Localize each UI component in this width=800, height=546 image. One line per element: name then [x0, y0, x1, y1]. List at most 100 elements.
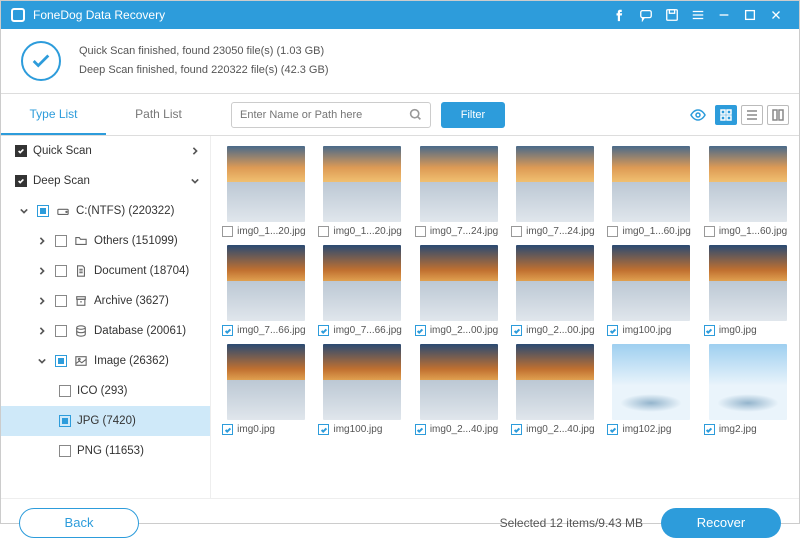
menu-icon[interactable] [685, 1, 711, 29]
chevron-down-icon [188, 177, 202, 185]
checkbox-icon[interactable] [415, 424, 426, 435]
file-thumb[interactable]: img0_1...20.jpg [221, 146, 311, 237]
view-grid-icon[interactable] [715, 105, 737, 125]
file-thumb[interactable]: img100.jpg [606, 245, 696, 336]
chevron-down-icon [17, 207, 31, 215]
checkbox-icon[interactable] [59, 445, 71, 457]
checkbox-icon[interactable] [415, 226, 426, 237]
checkbox-icon[interactable] [59, 385, 71, 397]
thumbnail-image [612, 146, 690, 222]
file-name: img102.jpg [622, 424, 671, 435]
file-name: img0_7...24.jpg [526, 226, 594, 237]
tree-drive[interactable]: C:(NTFS) (220322) [1, 196, 210, 226]
checkbox-icon[interactable] [511, 424, 522, 435]
view-detail-icon[interactable] [767, 105, 789, 125]
tree-deep-scan[interactable]: Deep Scan [1, 166, 210, 196]
save-icon[interactable] [659, 1, 685, 29]
feedback-icon[interactable] [633, 1, 659, 29]
file-name: img0_2...00.jpg [430, 325, 498, 336]
checkbox-icon[interactable] [55, 235, 67, 247]
file-thumb[interactable]: img100.jpg [317, 344, 407, 435]
checkbox-icon[interactable] [415, 325, 426, 336]
back-button[interactable]: Back [19, 508, 139, 538]
checkbox-icon[interactable] [15, 175, 27, 187]
chevron-right-icon [188, 147, 202, 155]
file-thumb[interactable]: img0_1...20.jpg [317, 146, 407, 237]
checkbox-icon[interactable] [222, 325, 233, 336]
search-input[interactable] [240, 109, 409, 121]
checkbox-icon[interactable] [511, 226, 522, 237]
tree-ico[interactable]: ICO (293) [1, 376, 210, 406]
tree-archive[interactable]: Archive (3627) [1, 286, 210, 316]
file-thumb[interactable]: img0_2...40.jpg [510, 344, 600, 435]
checkbox-icon[interactable] [55, 325, 67, 337]
checkbox-icon[interactable] [704, 325, 715, 336]
file-thumb[interactable]: img2.jpg [703, 344, 793, 435]
file-thumb[interactable]: img102.jpg [606, 344, 696, 435]
tree-image[interactable]: Image (26362) [1, 346, 210, 376]
database-icon [73, 325, 89, 337]
file-thumb[interactable]: img0_1...60.jpg [703, 146, 793, 237]
file-thumb[interactable]: img0_7...66.jpg [317, 245, 407, 336]
file-name: img0_1...60.jpg [622, 226, 690, 237]
preview-icon[interactable] [687, 105, 709, 125]
folder-icon [73, 235, 89, 247]
file-thumb[interactable]: img0_7...24.jpg [510, 146, 600, 237]
checkbox-icon[interactable] [318, 226, 329, 237]
thumbnail-image [709, 146, 787, 222]
search-icon [409, 108, 422, 121]
checkbox-icon[interactable] [511, 325, 522, 336]
file-thumb[interactable]: img0_2...00.jpg [414, 245, 504, 336]
file-thumb[interactable]: img0.jpg [703, 245, 793, 336]
view-list-icon[interactable] [741, 105, 763, 125]
file-thumb[interactable]: img0.jpg [221, 344, 311, 435]
checkbox-icon[interactable] [59, 415, 71, 427]
thumbnail-image [709, 245, 787, 321]
close-icon[interactable] [763, 1, 789, 29]
checkbox-icon[interactable] [222, 424, 233, 435]
tree-quick-scan[interactable]: Quick Scan [1, 136, 210, 166]
checkbox-icon[interactable] [607, 424, 618, 435]
thumbnail-image [323, 344, 401, 420]
checkbox-icon[interactable] [607, 226, 618, 237]
file-thumb[interactable]: img0_7...24.jpg [414, 146, 504, 237]
tab-path-list[interactable]: Path List [106, 95, 211, 135]
checkbox-icon[interactable] [37, 205, 49, 217]
checkbox-icon[interactable] [55, 295, 67, 307]
checkbox-icon[interactable] [222, 226, 233, 237]
checkbox-icon[interactable] [15, 145, 27, 157]
minimize-icon[interactable] [711, 1, 737, 29]
tree-others[interactable]: Others (151099) [1, 226, 210, 256]
checkbox-icon[interactable] [318, 424, 329, 435]
filter-button[interactable]: Filter [441, 102, 505, 128]
checkbox-icon[interactable] [318, 325, 329, 336]
file-thumb[interactable]: img0_1...60.jpg [606, 146, 696, 237]
search-box[interactable] [231, 102, 431, 128]
tree-database[interactable]: Database (20061) [1, 316, 210, 346]
thumbnail-image [323, 245, 401, 321]
recover-button[interactable]: Recover [661, 508, 781, 538]
file-name: img0_7...66.jpg [237, 325, 305, 336]
file-name: img0_2...00.jpg [526, 325, 594, 336]
tree-png[interactable]: PNG (11653) [1, 436, 210, 466]
tree-jpg[interactable]: JPG (7420) [1, 406, 210, 436]
tab-type-list[interactable]: Type List [1, 95, 106, 135]
checkbox-icon[interactable] [55, 265, 67, 277]
checkbox-icon[interactable] [704, 226, 715, 237]
file-thumb[interactable]: img0_7...66.jpg [221, 245, 311, 336]
chevron-right-icon [35, 237, 49, 245]
file-thumb[interactable]: img0_2...00.jpg [510, 245, 600, 336]
facebook-icon[interactable] [607, 1, 633, 29]
checkbox-icon[interactable] [55, 355, 67, 367]
selection-status: Selected 12 items/9.43 MB [500, 516, 643, 530]
checkbox-icon[interactable] [704, 424, 715, 435]
file-name: img0_7...24.jpg [430, 226, 498, 237]
thumbnail-image [227, 146, 305, 222]
file-thumb[interactable]: img0_2...40.jpg [414, 344, 504, 435]
tree-document[interactable]: Document (18704) [1, 256, 210, 286]
thumbnail-image [516, 344, 594, 420]
maximize-icon[interactable] [737, 1, 763, 29]
file-name: img0_2...40.jpg [526, 424, 594, 435]
checkbox-icon[interactable] [607, 325, 618, 336]
thumbnail-image [612, 344, 690, 420]
